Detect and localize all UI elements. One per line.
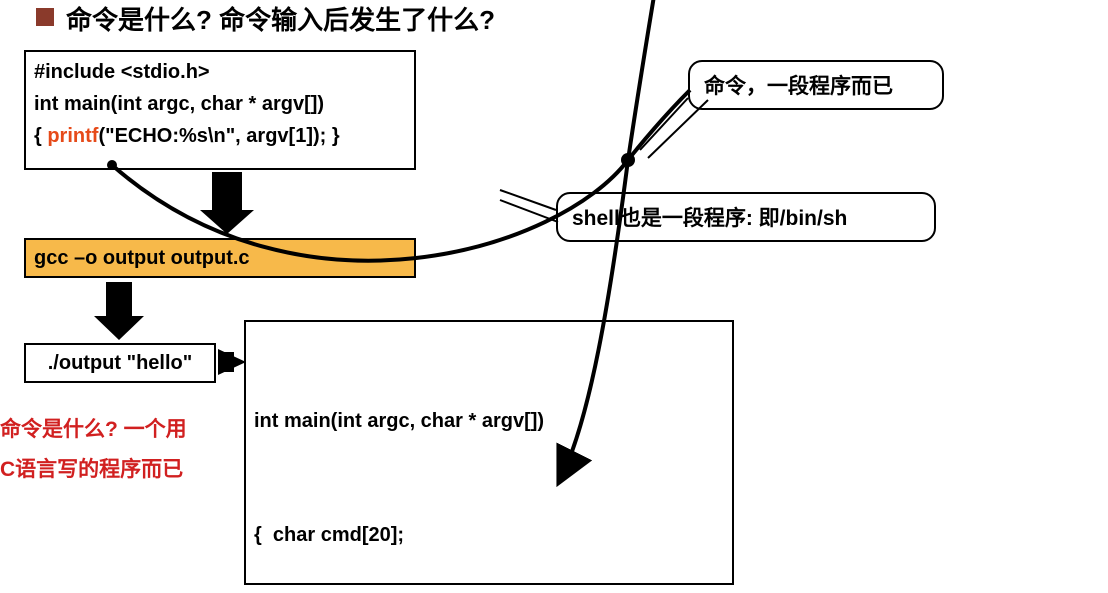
shell-code-box: int main(int argc, char * argv[]) { char… [244,320,734,585]
gcc-command-text: gcc –o output output.c [34,247,250,270]
arrow-source-to-gcc [200,172,254,234]
code-a-line3: { printf("ECHO:%s\n", argv[1]); } [34,120,406,152]
gcc-command-box: gcc –o output output.c [24,238,416,278]
red-annotation-line1: 命令是什么? 一个用 [0,410,187,450]
curve-junction-up [628,0,655,160]
run-command-box: ./output "hello" [24,343,216,383]
code-b-line1: int main(int argc, char * argv[]) [254,402,724,440]
anchor-dot-junction [621,153,635,167]
arrow-gcc-to-run [94,282,144,340]
code-b-line2: { char cmd[20]; [254,516,724,554]
red-annotation: 命令是什么? 一个用 C语言写的程序而已 [0,410,187,490]
callout-shell: shell也是一段程序: 即/bin/sh [556,192,936,242]
code-a-line1: #include <stdio.h> [34,56,406,88]
source-code-box: #include <stdio.h> int main(int argc, ch… [24,50,416,170]
arrow-run-to-shell [218,349,246,375]
slide-title: 命令是什么? 命令输入后发生了什么? [66,0,495,37]
curve-junction-to-callout1 [628,90,690,160]
code-a-line2: int main(int argc, char * argv[]) [34,88,406,120]
run-command-text: ./output "hello" [48,352,193,375]
callout-command: 命令，一段程序而已 [688,60,944,110]
red-annotation-line2: C语言写的程序而已 [0,450,187,490]
bullet-icon [36,8,54,26]
